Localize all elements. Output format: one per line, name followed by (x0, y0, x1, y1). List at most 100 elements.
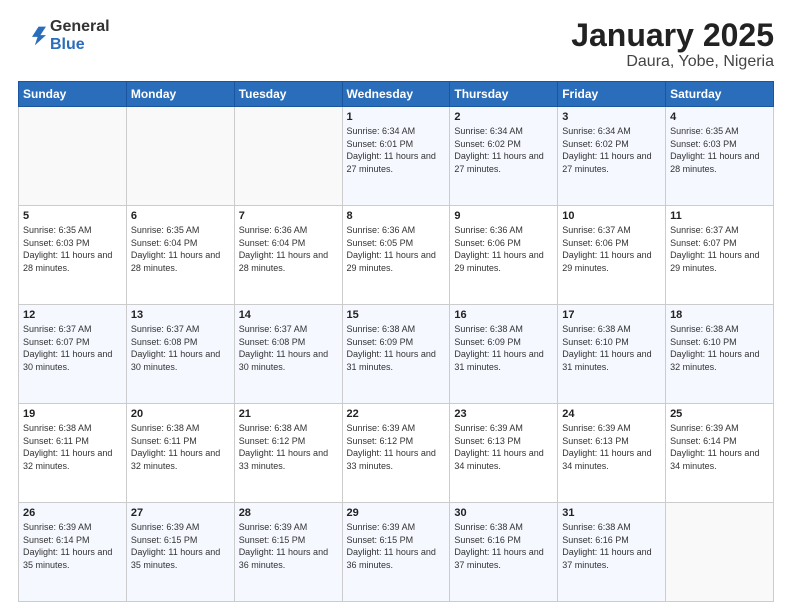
day-number: 12 (23, 309, 122, 321)
day-info: Sunrise: 6:38 AM Sunset: 6:10 PM Dayligh… (670, 323, 769, 373)
day-number: 20 (131, 408, 230, 420)
day-info: Sunrise: 6:39 AM Sunset: 6:14 PM Dayligh… (670, 422, 769, 472)
day-number: 30 (454, 507, 553, 519)
day-info: Sunrise: 6:37 AM Sunset: 6:07 PM Dayligh… (670, 224, 769, 274)
calendar-week-5: 26 Sunrise: 6:39 AM Sunset: 6:14 PM Dayli… (19, 503, 774, 602)
day-number: 5 (23, 210, 122, 222)
page: General Blue January 2025 Daura, Yobe, N… (0, 0, 792, 612)
day-info: Sunrise: 6:36 AM Sunset: 6:05 PM Dayligh… (347, 224, 446, 274)
day-number: 29 (347, 507, 446, 519)
calendar-cell: 27Sunrise: 6:39 AM Sunset: 6:15 PM Dayli… (126, 503, 234, 602)
day-info: Sunrise: 6:37 AM Sunset: 6:06 PM Dayligh… (562, 224, 661, 274)
day-info: Sunrise: 6:35 AM Sunset: 6:03 PM Dayligh… (670, 125, 769, 175)
calendar-week-4: 19Sunrise: 6:38 AM Sunset: 6:11 PM Dayli… (19, 404, 774, 503)
day-number: 24 (562, 408, 661, 420)
day-number: 4 (670, 111, 769, 123)
calendar-cell: 2Sunrise: 6:34 AM Sunset: 6:02 PM Daylig… (450, 107, 558, 206)
calendar-cell: 14 Sunrise: 6:37 AM Sunset: 6:08 PM Dayli… (234, 305, 342, 404)
day-number: 9 (454, 210, 553, 222)
calendar-cell: 3 Sunrise: 6:34 AM Sunset: 6:02 PM Daylig… (558, 107, 666, 206)
calendar-table: SundayMondayTuesdayWednesdayThursdayFrid… (18, 81, 774, 602)
calendar-cell: 9Sunrise: 6:36 AM Sunset: 6:06 PM Daylig… (450, 206, 558, 305)
calendar-cell: 28 Sunrise: 6:39 AM Sunset: 6:15 PM Dayli… (234, 503, 342, 602)
day-info: Sunrise: 6:38 AM Sunset: 6:10 PM Dayligh… (562, 323, 661, 373)
day-info: Sunrise: 6:38 AM Sunset: 6:16 PM Dayligh… (454, 521, 553, 571)
calendar-cell: 26 Sunrise: 6:39 AM Sunset: 6:14 PM Dayli… (19, 503, 127, 602)
day-info: Sunrise: 6:37 AM Sunset: 6:07 PM Dayligh… (23, 323, 122, 373)
calendar-cell: 10 Sunrise: 6:37 AM Sunset: 6:06 PM Dayli… (558, 206, 666, 305)
day-info: Sunrise: 6:38 AM Sunset: 6:11 PM Dayligh… (23, 422, 122, 472)
logo: General Blue (18, 18, 110, 53)
day-header-friday: Friday (558, 82, 666, 107)
calendar-week-1: 1 Sunrise: 6:34 AM Sunset: 6:01 PM Daylig… (19, 107, 774, 206)
calendar-cell: 25 Sunrise: 6:39 AM Sunset: 6:14 PM Dayli… (666, 404, 774, 503)
day-number: 11 (670, 210, 769, 222)
day-number: 18 (670, 309, 769, 321)
day-header-saturday: Saturday (666, 82, 774, 107)
calendar-subtitle: Daura, Yobe, Nigeria (571, 53, 774, 71)
logo-text: General Blue (50, 18, 110, 53)
day-number: 8 (347, 210, 446, 222)
day-number: 16 (454, 309, 553, 321)
day-info: Sunrise: 6:38 AM Sunset: 6:09 PM Dayligh… (347, 323, 446, 373)
logo-blue: Blue (50, 36, 110, 54)
calendar-cell (666, 503, 774, 602)
day-info: Sunrise: 6:39 AM Sunset: 6:15 PM Dayligh… (347, 521, 446, 571)
day-number: 25 (670, 408, 769, 420)
day-info: Sunrise: 6:38 AM Sunset: 6:09 PM Dayligh… (454, 323, 553, 373)
calendar-cell: 18 Sunrise: 6:38 AM Sunset: 6:10 PM Dayli… (666, 305, 774, 404)
day-info: Sunrise: 6:39 AM Sunset: 6:15 PM Dayligh… (239, 521, 338, 571)
calendar-week-3: 12 Sunrise: 6:37 AM Sunset: 6:07 PM Dayli… (19, 305, 774, 404)
day-header-monday: Monday (126, 82, 234, 107)
calendar-cell: 16 Sunrise: 6:38 AM Sunset: 6:09 PM Dayli… (450, 305, 558, 404)
calendar-cell: 23Sunrise: 6:39 AM Sunset: 6:13 PM Dayli… (450, 404, 558, 503)
calendar-cell (234, 107, 342, 206)
calendar-cell: 29 Sunrise: 6:39 AM Sunset: 6:15 PM Dayli… (342, 503, 450, 602)
day-number: 6 (131, 210, 230, 222)
calendar-cell: 4 Sunrise: 6:35 AM Sunset: 6:03 PM Daylig… (666, 107, 774, 206)
day-number: 15 (347, 309, 446, 321)
day-number: 22 (347, 408, 446, 420)
calendar-cell: 20Sunrise: 6:38 AM Sunset: 6:11 PM Dayli… (126, 404, 234, 503)
logo-icon (18, 22, 46, 50)
calendar-cell: 30 Sunrise: 6:38 AM Sunset: 6:16 PM Dayli… (450, 503, 558, 602)
logo-general: General (50, 18, 110, 36)
day-header-wednesday: Wednesday (342, 82, 450, 107)
calendar-cell (126, 107, 234, 206)
day-info: Sunrise: 6:37 AM Sunset: 6:08 PM Dayligh… (239, 323, 338, 373)
calendar-cell: 15 Sunrise: 6:38 AM Sunset: 6:09 PM Dayli… (342, 305, 450, 404)
day-header-thursday: Thursday (450, 82, 558, 107)
day-number: 23 (454, 408, 553, 420)
calendar-cell: 17Sunrise: 6:38 AM Sunset: 6:10 PM Dayli… (558, 305, 666, 404)
calendar-cell: 11 Sunrise: 6:37 AM Sunset: 6:07 PM Dayli… (666, 206, 774, 305)
day-number: 2 (454, 111, 553, 123)
day-info: Sunrise: 6:39 AM Sunset: 6:13 PM Dayligh… (562, 422, 661, 472)
day-header-tuesday: Tuesday (234, 82, 342, 107)
day-number: 21 (239, 408, 338, 420)
day-info: Sunrise: 6:39 AM Sunset: 6:14 PM Dayligh… (23, 521, 122, 571)
calendar-cell: 7 Sunrise: 6:36 AM Sunset: 6:04 PM Daylig… (234, 206, 342, 305)
day-info: Sunrise: 6:38 AM Sunset: 6:12 PM Dayligh… (239, 422, 338, 472)
day-number: 3 (562, 111, 661, 123)
day-number: 26 (23, 507, 122, 519)
day-number: 28 (239, 507, 338, 519)
calendar-cell: 5Sunrise: 6:35 AM Sunset: 6:03 PM Daylig… (19, 206, 127, 305)
day-number: 31 (562, 507, 661, 519)
calendar-cell: 12 Sunrise: 6:37 AM Sunset: 6:07 PM Dayli… (19, 305, 127, 404)
day-number: 13 (131, 309, 230, 321)
calendar-cell (19, 107, 127, 206)
calendar-cell: 19Sunrise: 6:38 AM Sunset: 6:11 PM Dayli… (19, 404, 127, 503)
day-info: Sunrise: 6:35 AM Sunset: 6:04 PM Dayligh… (131, 224, 230, 274)
day-info: Sunrise: 6:34 AM Sunset: 6:01 PM Dayligh… (347, 125, 446, 175)
day-info: Sunrise: 6:34 AM Sunset: 6:02 PM Dayligh… (562, 125, 661, 175)
day-number: 7 (239, 210, 338, 222)
day-number: 1 (347, 111, 446, 123)
day-info: Sunrise: 6:37 AM Sunset: 6:08 PM Dayligh… (131, 323, 230, 373)
day-info: Sunrise: 6:39 AM Sunset: 6:12 PM Dayligh… (347, 422, 446, 472)
day-number: 14 (239, 309, 338, 321)
calendar-cell: 21 Sunrise: 6:38 AM Sunset: 6:12 PM Dayli… (234, 404, 342, 503)
day-number: 10 (562, 210, 661, 222)
day-info: Sunrise: 6:36 AM Sunset: 6:04 PM Dayligh… (239, 224, 338, 274)
calendar-cell: 8 Sunrise: 6:36 AM Sunset: 6:05 PM Daylig… (342, 206, 450, 305)
calendar-cell: 6 Sunrise: 6:35 AM Sunset: 6:04 PM Daylig… (126, 206, 234, 305)
